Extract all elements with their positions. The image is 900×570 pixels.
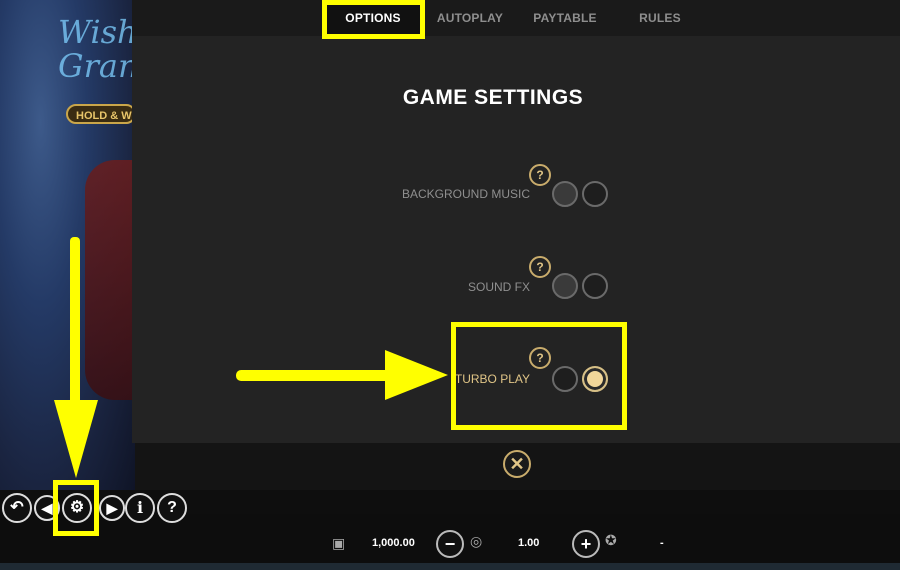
help-icon[interactable]: ? (157, 493, 187, 523)
help-icon-background-music[interactable]: ? (529, 164, 551, 186)
tab-rules[interactable]: RULES (622, 0, 698, 36)
down-arrow-shaft (70, 237, 80, 412)
game-character-art (85, 160, 135, 400)
award-icon: ✪ (605, 532, 617, 548)
right-arrow-head (385, 350, 448, 400)
sound-fx-label: SOUND FX (467, 280, 530, 294)
back-icon[interactable]: ↶ (2, 493, 32, 523)
wallet-icon: ▣ (332, 535, 346, 551)
coins-icon: ◎ (470, 533, 483, 549)
background-music-label: BACKGROUND MUSIC (401, 187, 530, 201)
game-logo: Wish Grant (58, 13, 152, 85)
highlight-options-tab (322, 0, 425, 39)
background-music-off-radio[interactable] (552, 181, 578, 207)
highlight-settings-button (53, 480, 99, 536)
background-music-on-radio[interactable] (582, 181, 608, 207)
arrow-right-icon[interactable]: ▶ (99, 495, 125, 521)
hold-win-badge: HOLD & WIN (66, 104, 136, 124)
info-icon[interactable]: i (125, 493, 155, 523)
highlight-turbo-play (451, 322, 627, 430)
sound-fx-off-radio[interactable] (552, 273, 578, 299)
close-button[interactable]: ✕ (503, 450, 531, 478)
bet-value: 1.00 (518, 537, 540, 549)
tabs-bar (132, 0, 900, 36)
balance-value: 1,000.00 (372, 537, 415, 549)
tab-paytable[interactable]: PAYTABLE (522, 0, 608, 36)
down-arrow-head (54, 400, 98, 478)
help-icon-sound-fx[interactable]: ? (529, 256, 551, 278)
bet-minus-button[interactable]: − (436, 530, 464, 558)
bet-plus-button[interactable]: + (572, 530, 600, 558)
settings-title: GAME SETTINGS (402, 86, 584, 109)
win-value: - (660, 537, 664, 549)
sound-fx-on-radio[interactable] (582, 273, 608, 299)
bottom-edge (0, 563, 900, 570)
tab-autoplay[interactable]: AUTOPLAY (425, 0, 515, 36)
right-arrow-shaft (236, 370, 396, 381)
